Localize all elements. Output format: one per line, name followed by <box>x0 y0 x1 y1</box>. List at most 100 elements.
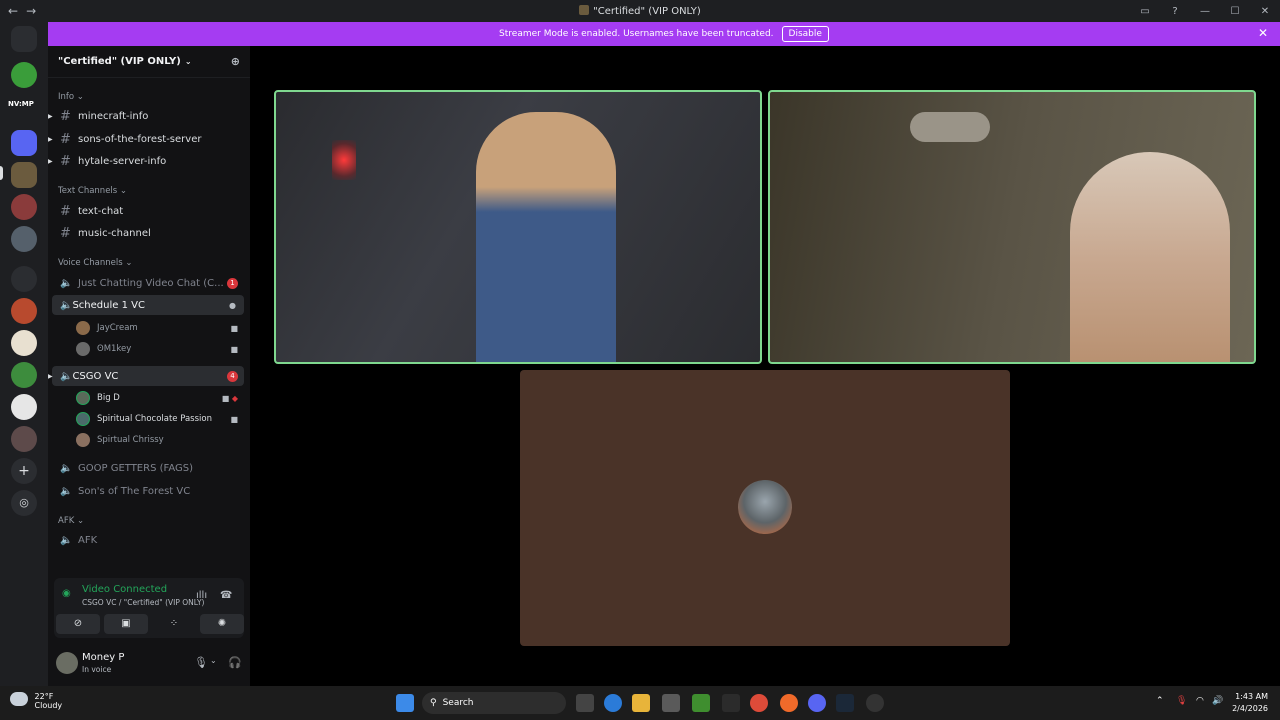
thread-arrow-icon: ▶ <box>48 112 53 120</box>
add-server-icon[interactable]: + <box>11 458 37 484</box>
system-clock[interactable]: 1:43 AM 2/4/2026 <box>1232 691 1268 715</box>
xbox-icon[interactable] <box>722 694 740 712</box>
voice-connection-panel: ◉ Video Connected CSGO VC / "Certified" … <box>54 578 244 638</box>
channel-text-chat[interactable]: # text-chat <box>52 201 244 221</box>
category-info[interactable]: Info ⌄ <box>58 92 84 102</box>
discover-icon[interactable]: ◎ <box>11 490 37 516</box>
voice-channel-goop-getters[interactable]: 🔈 GOOP GETTERS (FAGS) <box>52 458 244 478</box>
activities-button[interactable]: ⁘ <box>152 614 196 634</box>
server-label-nvmp[interactable]: NV:MP <box>8 100 34 108</box>
search-icon: ⚲ <box>430 698 437 708</box>
windows-start-icon[interactable] <box>396 694 414 712</box>
speaker-icon: 🔈 <box>60 299 73 311</box>
signal-icon[interactable]: ◉ <box>62 588 71 599</box>
category-text-channels[interactable]: Text Channels ⌄ <box>58 186 127 196</box>
red-light <box>332 140 356 180</box>
share-screen-button[interactable]: ▣ <box>104 614 148 634</box>
close-icon[interactable]: ✕ <box>1258 26 1268 40</box>
voice-status[interactable]: Video Connected <box>82 584 167 595</box>
back-arrow-icon[interactable]: ← <box>8 4 18 18</box>
discord-icon[interactable] <box>808 694 826 712</box>
voice-channel-path[interactable]: CSGO VC / "Certified" (VIP ONLY) <box>82 598 204 607</box>
voice-user[interactable]: Spiritual Chocolate Passion ■ <box>76 410 244 428</box>
soundboard-button[interactable]: ✺ <box>200 614 244 634</box>
taskbar-search[interactable]: ⚲ Search <box>422 692 566 714</box>
category-voice-channels[interactable]: Voice Channels ⌄ <box>58 258 132 268</box>
server-icon-7[interactable] <box>11 362 37 388</box>
user-panel: Money P In voice 🎙 ⌄ 🎧 ⚙ <box>54 646 277 680</box>
hashtag-icon: # <box>60 131 71 147</box>
avatar <box>76 391 90 405</box>
close-window-icon[interactable]: ✕ <box>1250 6 1280 17</box>
microphone-icon[interactable]: 🎙 <box>1176 696 1187 706</box>
channel-music-channel[interactable]: # music-channel <box>52 223 244 243</box>
task-view-icon[interactable] <box>576 694 594 712</box>
voice-user[interactable]: ʘM1key ■ <box>76 340 244 358</box>
chevron-up-icon[interactable]: ⌃ <box>1156 696 1164 706</box>
file-explorer-icon[interactable] <box>632 694 650 712</box>
help-icon[interactable]: ? <box>1160 6 1190 17</box>
toggle-camera-button[interactable]: ⊘ <box>56 614 100 634</box>
chat-bubble-icon[interactable]: ● <box>229 301 236 310</box>
voice-user[interactable]: JayCream ■ <box>76 319 244 337</box>
hashtag-icon: # <box>60 108 71 124</box>
disable-streamer-button[interactable]: Disable <box>781 26 829 42</box>
window-title: "Certified" (VIP ONLY) <box>593 6 701 17</box>
edge-icon[interactable] <box>604 694 622 712</box>
voice-channel-schedule[interactable]: 🔈 Schedule 1 VC ● <box>52 295 244 315</box>
voice-user[interactable]: Spirtual Chrissy <box>76 431 244 449</box>
server-icon-5[interactable] <box>11 298 37 324</box>
voice-channel-afk[interactable]: 🔈 AFK <box>52 530 244 550</box>
video-tile[interactable] <box>274 90 762 364</box>
folder-icon[interactable] <box>11 130 37 156</box>
server-icon-9[interactable] <box>11 426 37 452</box>
avatar <box>76 433 90 447</box>
weather-widget[interactable]: 22°F Cloudy <box>10 692 62 710</box>
username[interactable]: Money P <box>82 652 124 663</box>
voice-channel-sons-of-the-forest[interactable]: 🔈 Son's of The Forest VC <box>52 481 244 501</box>
tray-app-icon[interactable] <box>866 694 884 712</box>
thread-arrow-icon: ▶ <box>48 157 53 165</box>
server-icon-4[interactable] <box>11 266 37 292</box>
disconnect-icon[interactable]: ☎ <box>220 590 232 601</box>
voice-channel-just-chatting[interactable]: 🔈 Just Chatting Video Chat (C... 1 <box>52 273 244 293</box>
channel-sons-of-the-forest-server[interactable]: ▶ # sons-of-the-forest-server <box>48 129 244 149</box>
minimize-icon[interactable]: — <box>1190 6 1220 17</box>
minecraft-icon[interactable] <box>692 694 710 712</box>
server-icon-certified[interactable] <box>11 162 37 188</box>
video-stage <box>250 46 1280 686</box>
guild-header[interactable]: "Certified" (VIP ONLY) ⌄ ⊕ <box>48 46 250 78</box>
inbox-icon[interactable]: ▭ <box>1130 6 1160 17</box>
store-icon[interactable] <box>662 694 680 712</box>
server-icon-lime[interactable] <box>11 62 37 88</box>
server-icon-2[interactable] <box>11 194 37 220</box>
headphones-icon[interactable]: 🎧 <box>228 656 242 669</box>
avatar[interactable] <box>56 652 78 674</box>
guild-name: "Certified" (VIP ONLY) <box>58 56 181 67</box>
category-afk[interactable]: AFK ⌄ <box>58 516 84 526</box>
brave-icon[interactable] <box>780 694 798 712</box>
forward-arrow-icon[interactable]: → <box>26 4 36 18</box>
window-titlebar: ← → "Certified" (VIP ONLY) ▭ ? — ☐ ✕ <box>0 0 1280 22</box>
microphone-icon[interactable]: 🎙 <box>194 656 208 669</box>
volume-icon[interactable]: 🔊 <box>1212 696 1223 706</box>
chevron-down-icon[interactable]: ⌄ <box>210 656 217 665</box>
wifi-icon[interactable]: ◠ <box>1196 696 1204 706</box>
noise-suppression-icon[interactable]: ıllı <box>196 590 207 601</box>
video-tile[interactable] <box>768 90 1256 364</box>
active-server-pill <box>0 166 3 180</box>
channel-minecraft-info[interactable]: ▶ # minecraft-info <box>48 106 244 126</box>
server-icon-3[interactable] <box>11 226 37 252</box>
server-icon <box>579 5 590 15</box>
voice-channel-csgo[interactable]: ▶ 🔈 CSGO VC 4 <box>48 366 244 386</box>
voice-user[interactable]: Big D ■ ◆ <box>76 389 244 407</box>
invite-people-icon[interactable]: ⊕ <box>231 55 240 68</box>
maximize-icon[interactable]: ☐ <box>1220 6 1250 17</box>
video-tile[interactable] <box>520 370 1010 646</box>
channel-hytale-server-info[interactable]: ▶ # hytale-server-info <box>48 151 244 171</box>
steam-icon[interactable] <box>836 694 854 712</box>
discord-home-icon[interactable] <box>11 26 37 52</box>
server-icon-6[interactable] <box>11 330 37 356</box>
chrome-icon[interactable] <box>750 694 768 712</box>
server-icon-8[interactable] <box>11 394 37 420</box>
